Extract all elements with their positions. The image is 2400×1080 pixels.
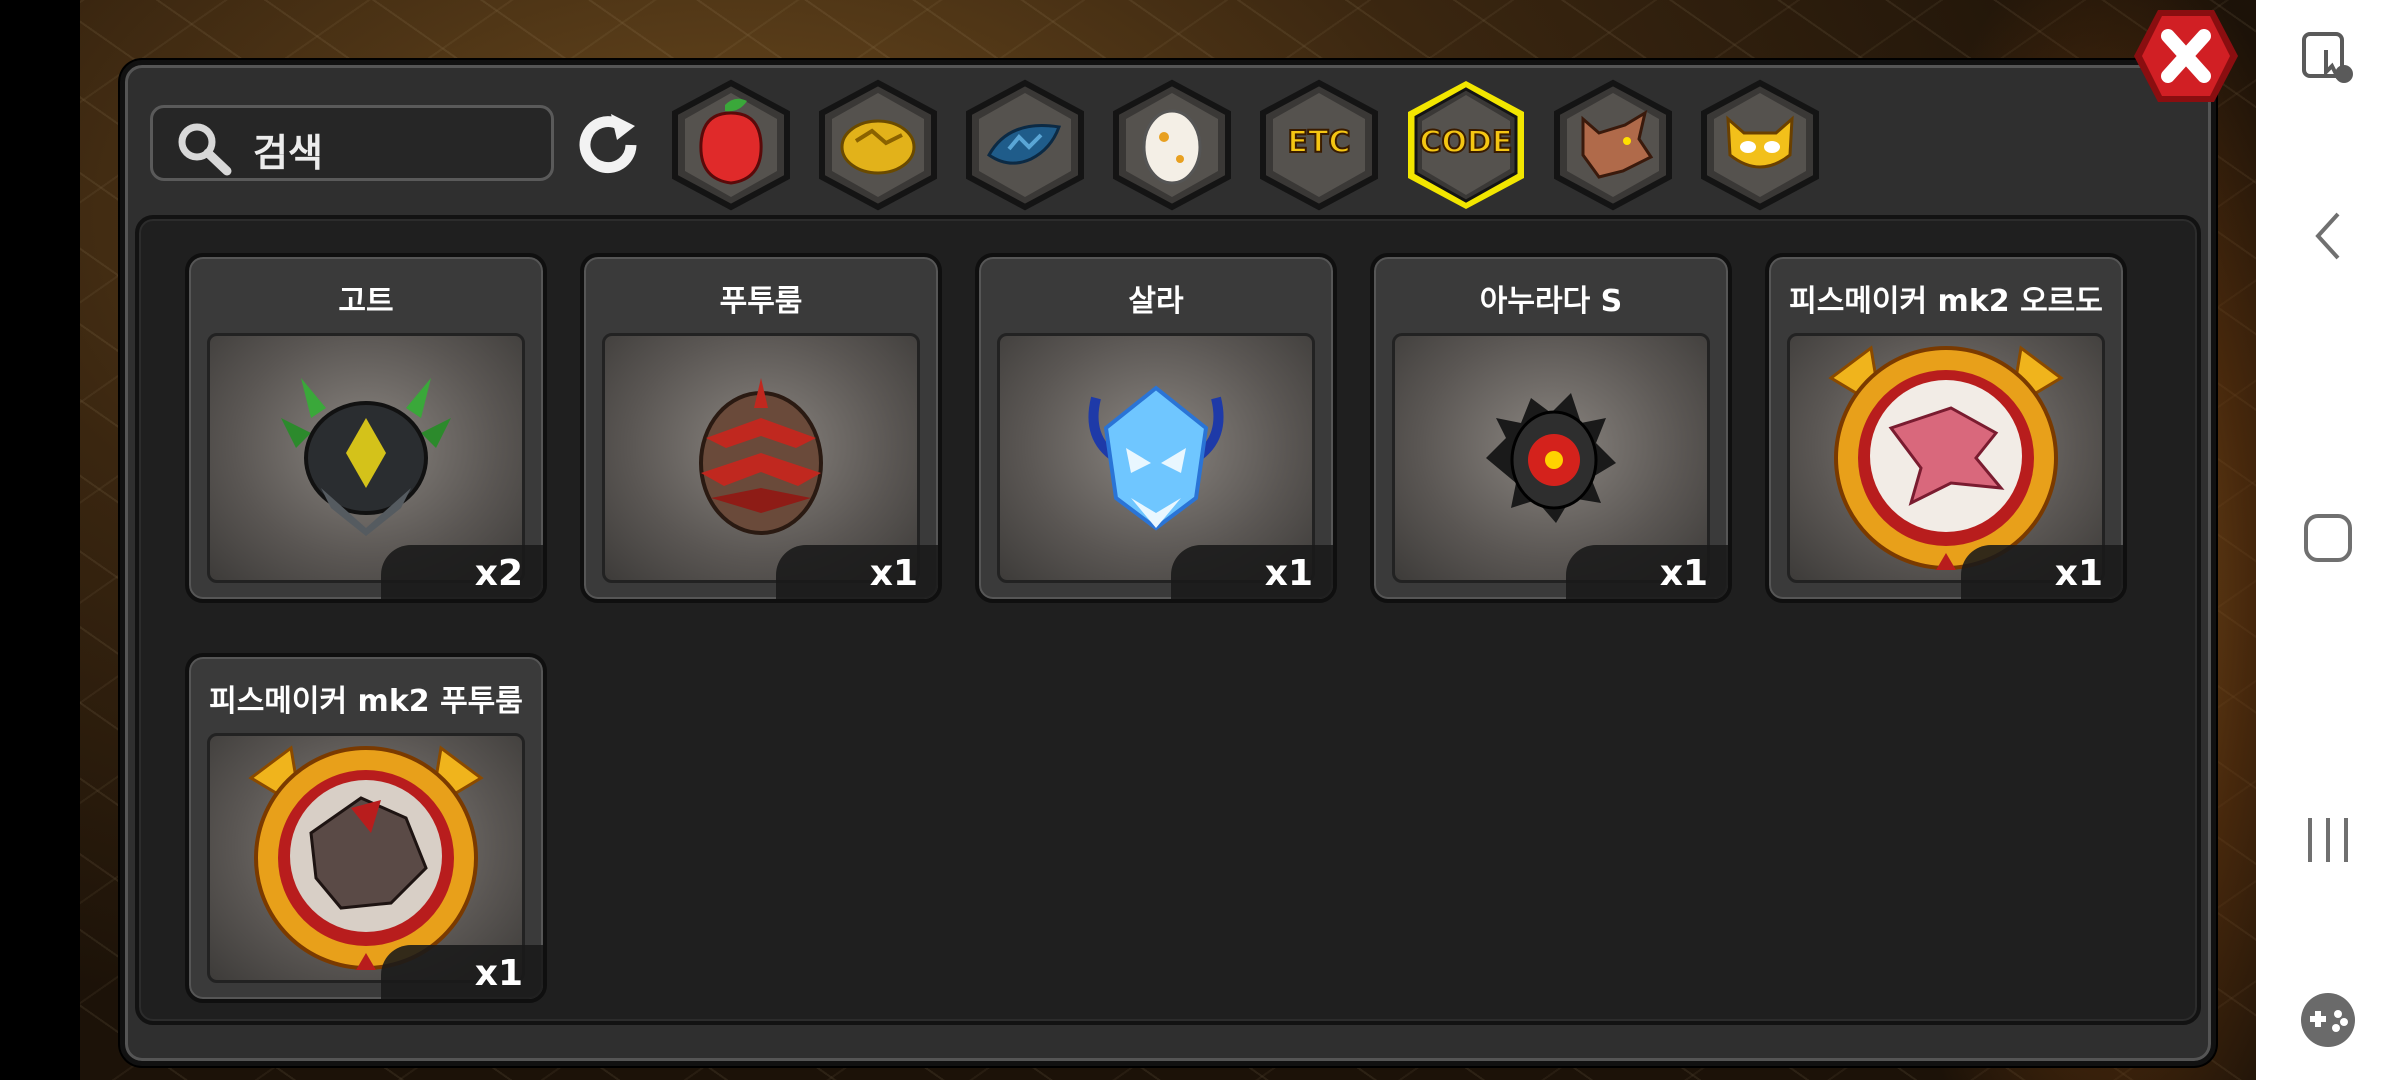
tab-wolf[interactable] <box>1547 79 1679 211</box>
tab-scale[interactable] <box>959 79 1091 211</box>
search-icon <box>178 123 232 176</box>
wolf-head-icon <box>1581 109 1654 179</box>
home-button[interactable] <box>2256 510 2400 566</box>
search-field[interactable]: 검색 <box>150 105 554 181</box>
red-spiked-egg-icon <box>699 378 823 535</box>
blue-scale-icon <box>987 124 1062 165</box>
chevron-left-icon <box>2315 212 2340 260</box>
red-fruit-icon <box>699 98 763 185</box>
tab-fruit[interactable] <box>665 79 797 211</box>
gamepad-icon <box>2301 993 2355 1047</box>
item-card[interactable]: 살라 x1 <box>975 253 1337 603</box>
close-button[interactable] <box>2130 6 2242 106</box>
item-card[interactable]: 푸투룸 x1 <box>580 253 942 603</box>
gold-emblem-pink-dragon-icon <box>1828 345 2064 570</box>
home-square-icon <box>2304 514 2352 562</box>
item-title: 피스메이커 mk2 오르도 <box>1789 284 2103 319</box>
item-title: 푸투룸 <box>719 284 803 319</box>
tab-code[interactable]: CODE <box>1400 79 1532 211</box>
yellow-monster-icon <box>1726 115 1794 169</box>
search-label: 검색 <box>253 131 323 175</box>
item-quantity: x1 <box>1171 545 1333 599</box>
touch-assist-button[interactable] <box>2256 28 2400 88</box>
tab-monster[interactable] <box>1694 79 1826 211</box>
game-tools-button[interactable] <box>2256 990 2400 1050</box>
blue-ice-beast-icon <box>1088 385 1224 531</box>
item-quantity: x1 <box>1566 545 1728 599</box>
tab-etc[interactable]: ETC <box>1253 79 1385 211</box>
gold-emblem-dark-beast-icon <box>248 745 484 970</box>
game-screen: 검색 고트 x2 푸투룸 x1 살라 x1 아누라다 S x1 피스메이커 mk… <box>80 0 2256 1080</box>
item-card[interactable]: 고트 x2 <box>185 253 547 603</box>
item-title: 피스메이커 mk2 푸투룸 <box>209 684 523 719</box>
touch-lock-icon <box>2302 32 2353 83</box>
goat-armored-helmet-icon <box>281 378 451 536</box>
item-card[interactable]: 피스메이커 mk2 오르도 x1 <box>1765 253 2127 603</box>
item-card[interactable]: 피스메이커 mk2 푸투룸 x1 <box>185 653 547 1003</box>
item-grid: 고트 x2 푸투룸 x1 살라 x1 아누라다 S x1 피스메이커 mk2 오… <box>135 215 2201 1025</box>
item-title: 살라 <box>1128 284 1184 319</box>
item-quantity: x1 <box>381 945 543 999</box>
egg-icon <box>1142 109 1202 185</box>
tab-egg[interactable] <box>1106 79 1238 211</box>
inventory-panel: 검색 고트 x2 푸투룸 x1 살라 x1 아누라다 S x1 피스메이커 mk… <box>120 60 2216 1066</box>
item-quantity: x2 <box>381 545 543 599</box>
refresh-icon[interactable] <box>573 112 643 178</box>
item-quantity: x1 <box>1961 545 2123 599</box>
item-title: 고트 <box>338 284 394 319</box>
item-title: 아누라다 S <box>1479 284 1623 319</box>
item-card[interactable]: 아누라다 S x1 <box>1370 253 1732 603</box>
tab-label: ETC <box>1287 124 1352 161</box>
tab-label: CODE <box>1419 124 1514 161</box>
recents-icon <box>2308 818 2348 862</box>
back-button[interactable] <box>2256 206 2400 266</box>
tab-ore[interactable] <box>812 79 944 211</box>
dark-spiked-orb-icon <box>1486 393 1616 523</box>
gold-ore-icon <box>840 119 916 175</box>
system-navigation-bar <box>2256 0 2400 1080</box>
recents-button[interactable] <box>2256 812 2400 868</box>
item-quantity: x1 <box>776 545 938 599</box>
